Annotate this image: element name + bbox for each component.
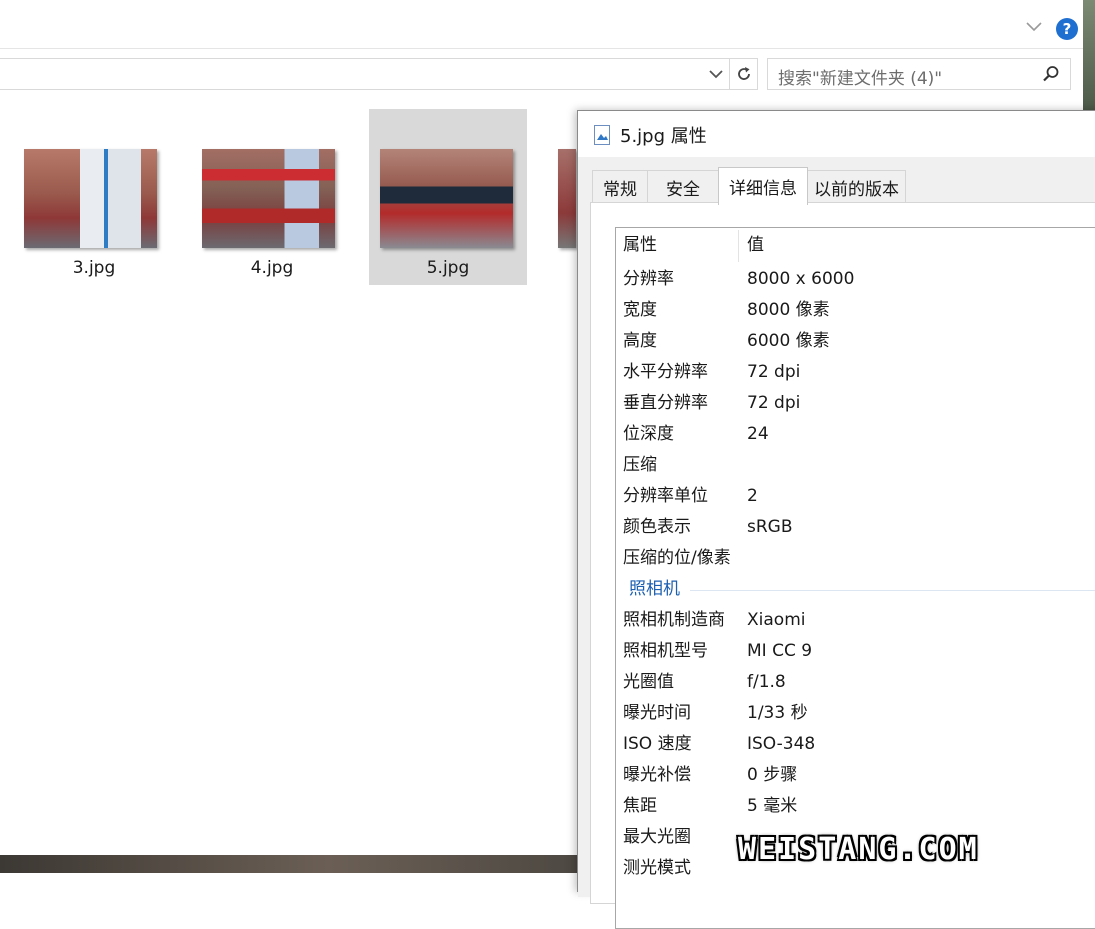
property-row[interactable]: 分辨率 8000 x 6000 [616,264,1095,295]
property-value: 5 毫米 [747,796,798,816]
property-name: 测光模式 [623,858,691,878]
desktop-background-edge [1083,0,1095,110]
property-name: 最大光圈 [623,827,691,847]
search-placeholder: 搜索"新建文件夹 (4)" [778,69,943,89]
property-name: 光圈值 [623,672,674,692]
image-thumbnail [558,149,576,248]
property-name: 宽度 [623,300,657,320]
dialog-title-bar[interactable]: 5.jpg 属性 [594,123,707,147]
property-value: 72 dpi [747,362,801,382]
tab-strip: 常规 安全 详细信息 以前的版本 [592,167,906,205]
address-history-chevron-icon[interactable] [706,64,726,84]
property-name: 照相机型号 [623,641,708,661]
list-header: 属性 值 [616,228,1095,262]
property-row[interactable]: 照相机制造商 Xiaomi [616,605,1095,636]
property-row[interactable]: 曝光时间 1/33 秒 [616,698,1095,729]
group-label: 照相机 [629,579,680,599]
dialog-title: 5.jpg 属性 [620,126,707,147]
property-row[interactable]: 曝光补偿 0 步骤 [616,760,1095,791]
tab-general[interactable]: 常规 [592,170,648,204]
column-header-value[interactable]: 值 [740,228,764,262]
property-name: 焦距 [623,796,657,816]
property-name: 垂直分辨率 [623,393,708,413]
dialog-body: 常规 安全 详细信息 以前的版本 属性 值 分辨率 8000 x 6000 宽度 8… [578,157,1095,929]
property-value: 72 dpi [747,393,801,413]
property-row[interactable]: ISO 速度 ISO-348 [616,729,1095,760]
chevron-down-icon[interactable] [1024,16,1044,36]
property-name: 曝光时间 [623,703,691,723]
ribbon-bar: ? [0,0,1083,49]
property-value: 6000 像素 [747,331,830,351]
property-value: MI CC 9 [747,641,813,661]
image-thumbnail [24,149,157,248]
image-file-icon [594,125,610,145]
property-row[interactable]: 照相机型号 MI CC 9 [616,636,1095,667]
property-row[interactable]: 光圈值 f/1.8 [616,667,1095,698]
file-name: 5.jpg [426,258,470,278]
property-value: 24 [747,424,769,444]
property-name: ISO 速度 [623,734,692,754]
tab-security[interactable]: 安全 [647,170,719,204]
tab-previous-versions[interactable]: 以前的版本 [807,170,906,204]
property-row[interactable]: 颜色表示 sRGB [616,512,1095,543]
site-watermark: WEISTANG.COM [738,832,979,867]
file-item-4[interactable]: 4.jpg [180,109,338,285]
file-name: 4.jpg [250,258,294,278]
property-name: 水平分辨率 [623,362,708,382]
property-value: ISO-348 [747,734,816,754]
column-divider[interactable] [738,230,739,262]
property-list[interactable]: 属性 值 分辨率 8000 x 6000 宽度 8000 像素 高度 6000 像素 … [615,227,1095,929]
property-value: 1/33 秒 [747,703,808,723]
property-value: Xiaomi [747,610,806,630]
property-name: 分辨率单位 [623,486,708,506]
file-item-3[interactable]: 3.jpg [2,109,160,285]
group-header-camera: 照相机 [616,574,1095,605]
property-value: 0 步骤 [747,765,798,785]
property-name: 颜色表示 [623,517,691,537]
file-item-5[interactable]: 5.jpg [369,109,527,285]
details-panel: 属性 值 分辨率 8000 x 6000 宽度 8000 像素 高度 6000 像素 … [590,202,1095,929]
image-thumbnail [380,149,513,248]
search-icon[interactable] [1042,65,1060,83]
property-row[interactable]: 垂直分辨率 72 dpi [616,388,1095,419]
property-name: 照相机制造商 [623,610,725,630]
file-name: 3.jpg [72,258,116,278]
property-value: 2 [747,486,758,506]
group-divider [690,590,1095,591]
image-thumbnail [202,149,335,248]
address-bar[interactable] [0,58,730,90]
property-value: sRGB [747,517,793,537]
column-header-property[interactable]: 属性 [616,228,657,262]
property-value: 8000 像素 [747,300,830,320]
refresh-button[interactable] [729,58,758,90]
property-name: 压缩 [623,455,657,475]
property-row[interactable]: 高度 6000 像素 [616,326,1095,357]
property-row[interactable]: 压缩 [616,450,1095,481]
property-name: 高度 [623,331,657,351]
property-row[interactable]: 水平分辨率 72 dpi [616,357,1095,388]
property-name: 曝光补偿 [623,765,691,785]
property-row[interactable]: 焦距 5 毫米 [616,791,1095,822]
property-row[interactable]: 分辨率单位 2 [616,481,1095,512]
properties-dialog: 5.jpg 属性 常规 安全 详细信息 以前的版本 属性 值 分辨率 8000 x… [577,110,1095,929]
property-row[interactable]: 位深度 24 [616,419,1095,450]
property-rows: 分辨率 8000 x 6000 宽度 8000 像素 高度 6000 像素 水平分辨率… [616,264,1095,884]
help-button[interactable]: ? [1056,18,1078,40]
refresh-icon [737,67,750,80]
property-row[interactable]: 宽度 8000 像素 [616,295,1095,326]
property-row[interactable]: 压缩的位/像素 [616,543,1095,574]
property-name: 分辨率 [623,269,674,289]
property-value: 8000 x 6000 [747,269,855,289]
tab-details[interactable]: 详细信息 [718,167,808,205]
property-value: f/1.8 [747,672,786,692]
property-name: 位深度 [623,424,674,444]
search-input[interactable]: 搜索"新建文件夹 (4)" [767,58,1071,90]
property-name: 压缩的位/像素 [623,548,731,568]
file-item-partial[interactable] [536,109,576,285]
